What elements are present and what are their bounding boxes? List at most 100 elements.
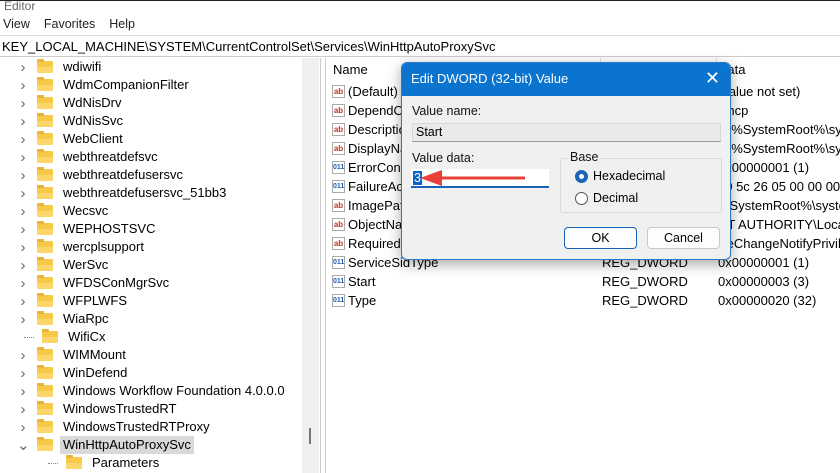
tree-item[interactable]: Parameters bbox=[24, 454, 162, 472]
tree-item-label: WerSvc bbox=[63, 257, 109, 272]
tree-item-label: WebClient bbox=[63, 131, 123, 146]
folder-icon bbox=[37, 113, 53, 127]
chevron-right-icon[interactable]: › bbox=[17, 185, 29, 202]
binary-value-icon: 011 bbox=[332, 180, 345, 193]
tree-item[interactable]: › WdNisSvc bbox=[0, 112, 126, 130]
folder-icon bbox=[66, 455, 82, 469]
base-group: Base Hexadecimal Decimal bbox=[560, 150, 722, 213]
tree-scrollbar[interactable] bbox=[302, 58, 319, 473]
cancel-button[interactable]: Cancel bbox=[647, 227, 720, 249]
folder-icon bbox=[37, 401, 53, 415]
window-title: Editor bbox=[4, 0, 36, 13]
folder-icon bbox=[37, 203, 53, 217]
chevron-down-icon[interactable]: ⌄ bbox=[17, 436, 30, 454]
value-data: 0x00000020 (32) bbox=[718, 293, 817, 308]
value-data: 0x00000003 (3) bbox=[718, 274, 810, 289]
tree-item[interactable]: › webthreatdefusersvc_51bb3 bbox=[0, 184, 229, 202]
tree-item-label: webthreatdefusersvc_51bb3 bbox=[63, 185, 227, 200]
binary-value-icon: 011 bbox=[332, 161, 345, 174]
tree-item-label: WindowsTrustedRTProxy bbox=[63, 419, 210, 434]
chevron-right-icon[interactable]: › bbox=[17, 365, 29, 382]
menu-help[interactable]: Help bbox=[109, 14, 135, 34]
close-icon[interactable]: ✕ bbox=[705, 63, 720, 94]
value-name: Type bbox=[348, 293, 377, 308]
ok-button[interactable]: OK bbox=[564, 227, 637, 249]
chevron-right-icon[interactable]: › bbox=[17, 77, 29, 94]
folder-icon bbox=[37, 383, 53, 397]
value-type: REG_DWORD bbox=[602, 274, 688, 289]
chevron-right-icon[interactable]: › bbox=[17, 221, 29, 238]
tree-item[interactable]: › WdmCompanionFilter bbox=[0, 76, 192, 94]
radio-hexadecimal[interactable]: Hexadecimal bbox=[575, 169, 665, 183]
tree-item-label: WIMMount bbox=[63, 347, 126, 362]
tree-item[interactable]: › Windows Workflow Foundation 4.0.0.0 bbox=[0, 382, 288, 400]
tree-item-label: WFPLWFS bbox=[63, 293, 128, 308]
tree-item[interactable]: › Wecsvc bbox=[0, 202, 111, 220]
tree-item-label: wercplsupport bbox=[63, 239, 144, 254]
value-type: REG_DWORD bbox=[602, 293, 688, 308]
tree-item[interactable]: › WdNisDrv bbox=[0, 94, 125, 112]
chevron-right-icon[interactable]: › bbox=[17, 239, 29, 256]
chevron-right-icon[interactable]: › bbox=[17, 347, 29, 364]
value-row[interactable]: 011 Start REG_DWORD 0x00000003 (3) bbox=[326, 272, 840, 291]
chevron-right-icon[interactable]: › bbox=[17, 311, 29, 328]
chevron-right-icon[interactable]: › bbox=[17, 149, 29, 166]
chevron-right-icon[interactable]: › bbox=[17, 419, 29, 436]
folder-icon bbox=[37, 59, 53, 73]
tree-item[interactable]: WifiCx bbox=[0, 328, 109, 346]
tree-item[interactable]: › WEPHOSTSVC bbox=[0, 220, 158, 238]
tree-item[interactable]: › webthreatdefsvc bbox=[0, 148, 161, 166]
value-data: SeChangeNotifyPrivile bbox=[718, 236, 840, 251]
value-data: 0x00000001 (1) bbox=[718, 160, 810, 175]
tree-item-label: Parameters bbox=[92, 455, 160, 470]
tree-item-label: WdNisDrv bbox=[63, 95, 122, 110]
chevron-right-icon[interactable]: › bbox=[17, 257, 29, 274]
folder-icon bbox=[37, 77, 53, 91]
value-name-label: Value name: bbox=[412, 104, 482, 118]
tree-item[interactable]: › WIMMount bbox=[0, 346, 129, 364]
chevron-right-icon[interactable]: › bbox=[17, 167, 29, 184]
radio-unchecked-icon bbox=[575, 191, 588, 205]
folder-icon bbox=[42, 329, 58, 343]
tree-item[interactable]: › WerSvc bbox=[0, 256, 111, 274]
menu-favorites[interactable]: Favorites bbox=[44, 14, 95, 34]
chevron-right-icon[interactable]: › bbox=[17, 59, 29, 76]
folder-icon bbox=[37, 95, 53, 109]
address-bar[interactable]: KEY_LOCAL_MACHINE\SYSTEM\CurrentControlS… bbox=[0, 35, 840, 57]
column-header-name[interactable]: Name bbox=[333, 58, 368, 82]
decimal-label: Decimal bbox=[593, 191, 639, 205]
chevron-right-icon[interactable]: › bbox=[17, 383, 29, 400]
radio-decimal[interactable]: Decimal bbox=[575, 191, 638, 205]
tree-item[interactable]: › WFPLWFS bbox=[0, 292, 130, 310]
menu-view[interactable]: View bbox=[3, 14, 30, 34]
tree-item-label: WiaRpc bbox=[63, 311, 109, 326]
chevron-right-icon[interactable]: › bbox=[17, 275, 29, 292]
tree-item[interactable]: › WindowsTrustedRTProxy bbox=[0, 418, 213, 436]
tree-item[interactable]: › WindowsTrustedRT bbox=[0, 400, 179, 418]
dialog-title-bar: Edit DWORD (32-bit) Value ✕ bbox=[402, 63, 730, 96]
tree-item[interactable]: › wdiwifi bbox=[0, 58, 104, 76]
value-name: (Default) bbox=[348, 84, 398, 99]
tree-item[interactable]: › WebClient bbox=[0, 130, 126, 148]
chevron-right-icon[interactable]: › bbox=[17, 293, 29, 310]
edit-dword-dialog: Edit DWORD (32-bit) Value ✕ Value name: … bbox=[401, 62, 731, 260]
value-name: Start bbox=[348, 274, 376, 289]
string-value-icon: ab bbox=[332, 218, 345, 231]
scrollbar-thumb[interactable] bbox=[309, 428, 311, 444]
tree-item-label: WEPHOSTSVC bbox=[63, 221, 156, 236]
tree-line bbox=[48, 462, 58, 464]
folder-icon bbox=[37, 167, 53, 181]
tree-item[interactable]: › WFDSConMgrSvc bbox=[0, 274, 172, 292]
chevron-right-icon[interactable]: › bbox=[17, 131, 29, 148]
chevron-right-icon[interactable]: › bbox=[17, 203, 29, 220]
chevron-right-icon[interactable]: › bbox=[17, 113, 29, 130]
tree-item[interactable]: › wercplsupport bbox=[0, 238, 147, 256]
tree-item[interactable]: › WinDefend bbox=[0, 364, 130, 382]
tree-item-label: Windows Workflow Foundation 4.0.0.0 bbox=[63, 383, 285, 398]
chevron-right-icon[interactable]: › bbox=[17, 95, 29, 112]
chevron-right-icon[interactable]: › bbox=[17, 401, 29, 418]
value-row[interactable]: 011 Type REG_DWORD 0x00000020 (32) bbox=[326, 291, 840, 310]
tree-item[interactable]: ⌄ WinHttpAutoProxySvc bbox=[0, 436, 194, 454]
tree-item[interactable]: › webthreatdefusersvc bbox=[0, 166, 186, 184]
tree-item[interactable]: › WiaRpc bbox=[0, 310, 112, 328]
